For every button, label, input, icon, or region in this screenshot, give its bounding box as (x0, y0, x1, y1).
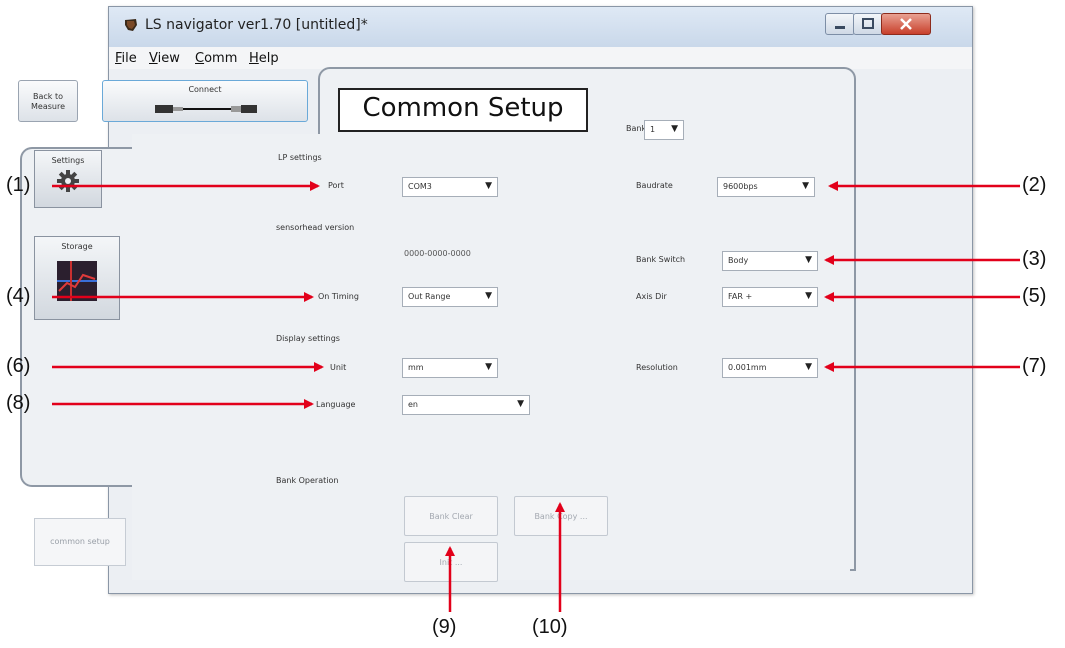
page-title: Common Setup (362, 93, 564, 123)
port-select[interactable]: COM3 ▼ (402, 177, 498, 197)
chevron-down-icon: ▼ (485, 362, 492, 372)
bank-switch-select-value: Body (728, 256, 749, 265)
storage-graph-icon (57, 261, 97, 301)
unit-select[interactable]: mm ▼ (402, 358, 498, 378)
unit-select-value: mm (408, 363, 424, 372)
menu-file[interactable]: File (115, 51, 137, 66)
menu-comm[interactable]: Comm (195, 51, 237, 66)
close-icon (900, 18, 912, 30)
chevron-down-icon: ▼ (671, 124, 678, 134)
bank-init-button[interactable]: Init ... (404, 542, 498, 582)
chevron-down-icon: ▼ (805, 362, 812, 372)
window-title: LS navigator ver1.70 [untitled]* (145, 17, 368, 33)
chevron-down-icon: ▼ (805, 255, 812, 265)
language-select[interactable]: en ▼ (402, 395, 530, 415)
storage-nav-label: Storage (61, 242, 93, 251)
maximize-icon (862, 18, 874, 29)
sensorhead-version-value: 0000-0000-0000 (404, 249, 471, 258)
chevron-down-icon: ▼ (805, 291, 812, 301)
page-title-box: Common Setup (338, 88, 588, 132)
bank-clear-label: Bank Clear (429, 512, 473, 521)
bank-select-value: 1 (650, 125, 656, 134)
common-setup-nav-button[interactable]: common setup (34, 518, 126, 566)
on-timing-select[interactable]: Out Range ▼ (402, 287, 498, 307)
common-setup-nav-label: common setup (50, 537, 110, 546)
app-logo-icon (125, 19, 137, 31)
language-label: Language (316, 400, 356, 409)
port-label: Port (328, 181, 344, 190)
unit-label: Unit (330, 363, 347, 372)
menu-comm-accel: C (195, 51, 205, 66)
annotation-8: (8) (6, 392, 31, 414)
menu-file-label: ile (121, 51, 137, 66)
on-timing-select-value: Out Range (408, 292, 451, 301)
bank-select[interactable]: 1 ▼ (644, 120, 684, 140)
menu-help-label: elp (258, 51, 279, 66)
axis-dir-select-value: FAR + (728, 292, 753, 301)
bank-switch-select[interactable]: Body ▼ (722, 251, 818, 271)
resolution-label: Resolution (636, 363, 678, 372)
annotation-1: (1) (6, 174, 31, 196)
bank-clear-button[interactable]: Bank Clear (404, 496, 498, 536)
sensorhead-version-label: sensorhead version (276, 223, 355, 232)
baudrate-select[interactable]: 9600bps ▼ (717, 177, 815, 197)
annotation-7: (7) (1022, 355, 1047, 377)
port-select-value: COM3 (408, 182, 432, 191)
title-bar[interactable]: LS navigator ver1.70 [untitled]* (109, 7, 972, 47)
annotation-6: (6) (6, 355, 31, 377)
chevron-down-icon: ▼ (485, 291, 492, 301)
connect-label: Connect (188, 85, 222, 94)
baudrate-select-value: 9600bps (723, 182, 758, 191)
bank-copy-label: Bank Copy ... (534, 512, 588, 521)
maximize-button[interactable] (853, 13, 883, 35)
bank-switch-label: Bank Switch (636, 255, 686, 264)
storage-nav-button[interactable]: Storage (34, 236, 120, 320)
bank-copy-button[interactable]: Bank Copy ... (514, 496, 608, 536)
chevron-down-icon: ▼ (485, 181, 492, 191)
axis-dir-select[interactable]: FAR + ▼ (722, 287, 818, 307)
settings-nav-button[interactable]: Settings (34, 150, 102, 208)
resolution-select-value: 0.001mm (728, 363, 767, 372)
menu-comm-label: omm (204, 51, 238, 66)
on-timing-label: On Timing (318, 292, 359, 301)
menu-view-label: iew (157, 51, 180, 66)
menu-help-accel: H (249, 51, 259, 66)
minimize-icon (835, 26, 845, 29)
settings-nav-label: Settings (51, 156, 85, 165)
language-select-value: en (408, 400, 418, 409)
close-button[interactable] (881, 13, 931, 35)
back-button-line2: Measure (31, 102, 65, 111)
connect-button[interactable]: Connect (102, 80, 308, 122)
annotation-10: (10) (532, 616, 568, 638)
annotation-3: (3) (1022, 248, 1047, 270)
display-settings-heading: Display settings (276, 334, 340, 343)
menu-view-accel: V (149, 51, 158, 66)
back-button-line1: Back to (33, 92, 63, 101)
menu-view[interactable]: View (149, 51, 180, 66)
chevron-down-icon: ▼ (517, 399, 524, 409)
annotation-9: (9) (432, 616, 457, 638)
usb-cable-icon (155, 105, 257, 113)
annotation-2: (2) (1022, 174, 1047, 196)
resolution-select[interactable]: 0.001mm ▼ (722, 358, 818, 378)
baudrate-label: Baudrate (636, 181, 673, 190)
annotation-5: (5) (1022, 285, 1047, 307)
lp-settings-heading: LP settings (278, 153, 322, 162)
minimize-button[interactable] (825, 13, 855, 35)
axis-dir-label: Axis Dir (636, 292, 667, 301)
bank-init-label: Init ... (439, 558, 463, 567)
chevron-down-icon: ▼ (802, 181, 809, 191)
back-to-measure-button[interactable]: Back to Measure (18, 80, 78, 122)
menu-bar: File View Comm Help (109, 47, 972, 69)
menu-help[interactable]: Help (249, 51, 279, 66)
annotation-4: (4) (6, 285, 31, 307)
gear-icon (57, 170, 79, 192)
bank-operation-heading: Bank Operation (276, 476, 339, 485)
